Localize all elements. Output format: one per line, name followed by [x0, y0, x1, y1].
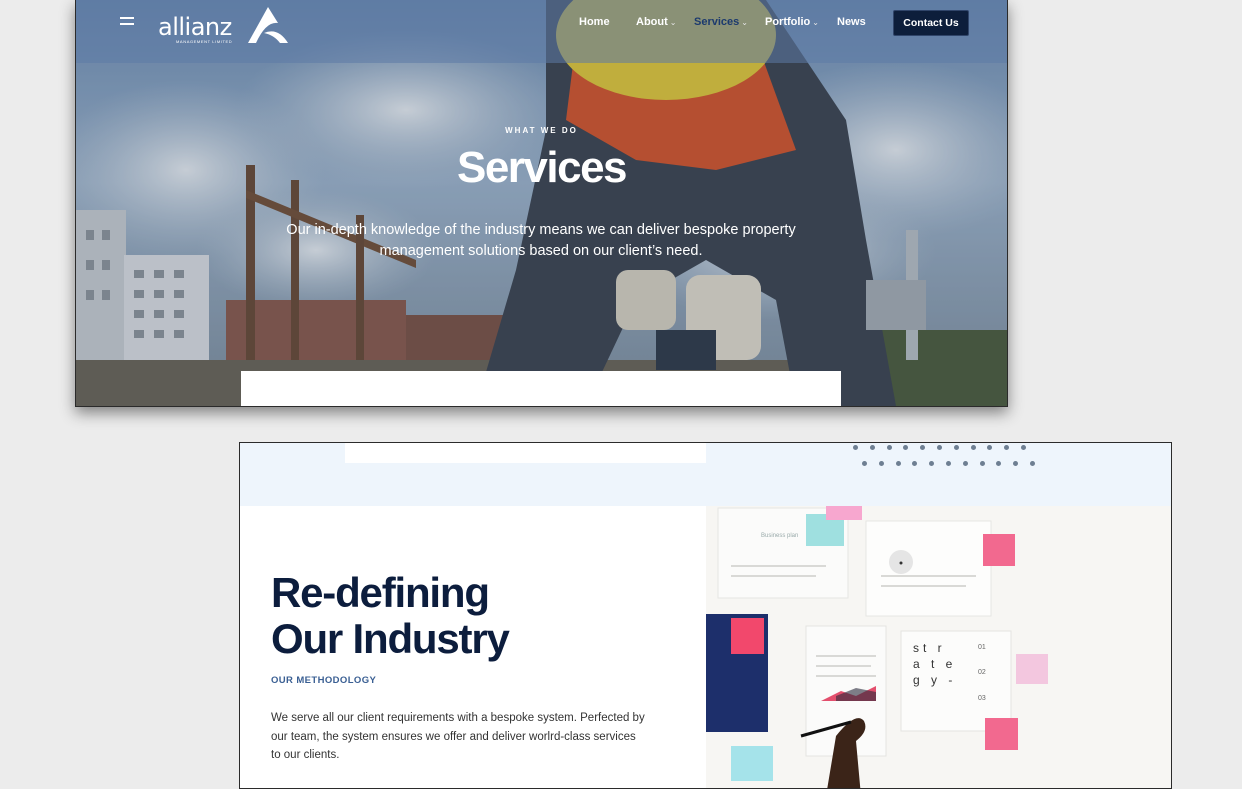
decorative-dots: [853, 443, 1043, 473]
svg-text:g y -: g y -: [913, 673, 956, 687]
decorative-dot: [979, 461, 985, 466]
contact-us-button[interactable]: Contact Us: [893, 10, 969, 36]
decorative-dot: [1030, 461, 1035, 466]
hero-eyebrow: WHAT WE DO: [505, 126, 578, 135]
decorative-dot: [962, 461, 968, 466]
hamburger-icon[interactable]: [120, 17, 134, 25]
decorative-dot: [987, 445, 993, 450]
svg-text:02: 02: [978, 669, 986, 676]
svg-text:st r: st r: [913, 641, 946, 655]
nav-services[interactable]: Services ⌄: [694, 16, 748, 28]
svg-text:01: 01: [978, 644, 986, 651]
page-title: Services: [456, 143, 628, 192]
chevron-down-icon: ⌄: [812, 17, 819, 27]
logo-mark-icon: [244, 3, 290, 50]
hero-description: Our in-depth knowledge of the industry m…: [286, 222, 796, 259]
decorative-dot: [903, 445, 909, 450]
nav-home[interactable]: Home: [579, 16, 610, 28]
decorative-dot: [886, 445, 892, 450]
svg-text:a t e: a t e: [913, 657, 956, 671]
methodology-section-screenshot: Business plan st r a t e g y - 01 02 03: [239, 442, 1172, 789]
decorative-dot: [853, 445, 858, 450]
decorative-dot: [946, 461, 951, 466]
top-navbar: allianz MANAGEMENT LIMITED Home About ⌄ …: [76, 0, 1007, 63]
services-hero-screenshot: allianz MANAGEMENT LIMITED Home About ⌄ …: [75, 0, 1008, 407]
decorative-dot: [869, 445, 875, 450]
content-panel-top: [241, 371, 841, 406]
decorative-dot: [862, 461, 867, 466]
section-body: We serve all our client requirements wit…: [271, 712, 645, 761]
chevron-down-icon: ⌄: [741, 17, 748, 27]
nav-news[interactable]: News: [837, 16, 866, 28]
decorative-dot: [1013, 461, 1019, 466]
nav-about[interactable]: About ⌄: [636, 16, 676, 28]
nav-portfolio[interactable]: Portfolio ⌄: [765, 16, 819, 28]
chevron-down-icon: ⌄: [669, 17, 677, 27]
decorative-dot: [878, 461, 884, 466]
section-title-line-1: Re-defining: [271, 569, 490, 616]
strategy-board-photo: Business plan st r a t e g y - 01 02 03: [706, 506, 1171, 788]
section-title: Re-defining Our Industry: [271, 569, 510, 662]
decorative-dot: [1004, 445, 1010, 450]
section-eyebrow: OUR METHODOLOGY: [271, 675, 377, 686]
decorative-dot: [920, 445, 926, 450]
svg-text:03: 03: [978, 695, 986, 702]
decorative-dot: [937, 445, 942, 450]
logo-text: allianz: [158, 13, 232, 41]
decorative-dot: [912, 461, 918, 466]
decorative-dot: [895, 461, 901, 466]
decorative-dot: [929, 461, 935, 466]
decorative-dot: [996, 461, 1002, 466]
section-title-line-2: Our Industry: [271, 615, 510, 662]
decorative-dot: [970, 445, 976, 450]
content-panel-bottom: [345, 443, 706, 463]
logo-subtext: MANAGEMENT LIMITED: [176, 39, 233, 44]
decorative-dot: [1021, 445, 1026, 450]
photo-note-heading: Business plan: [761, 533, 798, 539]
decorative-dot: [953, 445, 959, 450]
